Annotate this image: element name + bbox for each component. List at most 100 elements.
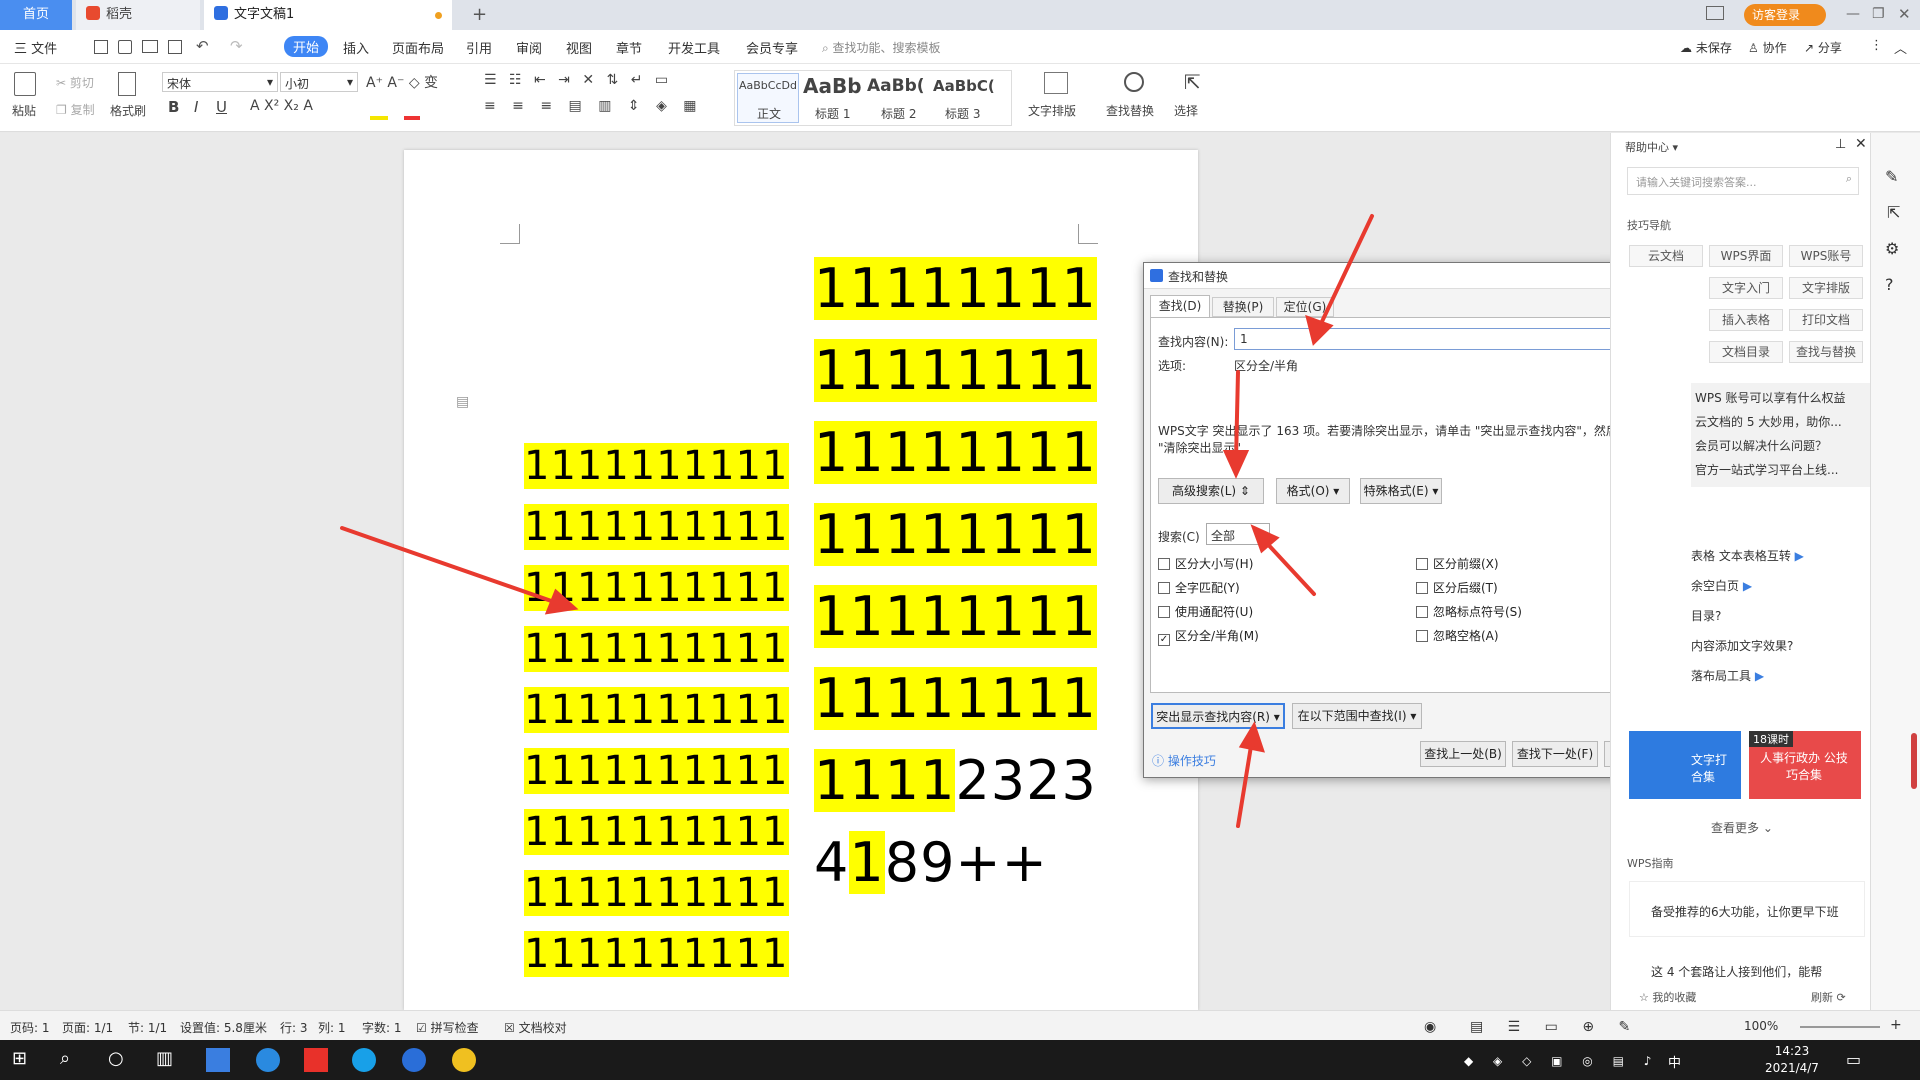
menu-member[interactable]: 会员专享 bbox=[746, 38, 798, 57]
settings-sliders-icon[interactable]: ⚙ bbox=[1885, 239, 1899, 258]
menu-view[interactable]: 视图 bbox=[566, 38, 592, 57]
menu-review[interactable]: 审阅 bbox=[516, 38, 542, 57]
browser-icon[interactable] bbox=[352, 1048, 376, 1072]
text-effects-icons[interactable]: A X² X₂ A bbox=[250, 98, 313, 114]
checkbox-box[interactable] bbox=[1158, 582, 1170, 594]
tab-daoke[interactable]: 稻壳 bbox=[76, 0, 200, 30]
pin-icon[interactable]: ⊥ bbox=[1835, 137, 1846, 152]
tip-item[interactable]: 会员可以解决什么问题？ bbox=[1695, 437, 1827, 454]
eye-icon[interactable]: ◉ bbox=[1424, 1019, 1436, 1035]
pen-icon[interactable]: ✎ bbox=[1885, 167, 1898, 186]
checkbox-box[interactable] bbox=[1416, 630, 1428, 642]
more-icon[interactable]: ⋮ bbox=[1870, 38, 1883, 53]
cursor-icon[interactable]: ⇱ bbox=[1184, 70, 1201, 94]
favorites-button[interactable]: ☆ 我的收藏 bbox=[1639, 989, 1696, 1005]
ie-icon[interactable] bbox=[256, 1048, 280, 1072]
nav-cloud-doc[interactable]: 云文档 bbox=[1629, 245, 1703, 267]
menu-layout[interactable]: 页面布局 bbox=[392, 38, 444, 57]
align-icons-row2[interactable]: ≡ ≡ ≡ ▤ ▥ ⇕ ◈ ▦ bbox=[484, 98, 703, 114]
dialog-tab-replace[interactable]: 替换(P) bbox=[1212, 297, 1274, 317]
checkbox-box[interactable] bbox=[1416, 558, 1428, 570]
redo-icon[interactable]: ↷ bbox=[230, 37, 243, 55]
save-icon[interactable] bbox=[94, 40, 108, 54]
nav-print[interactable]: 打印文档 bbox=[1789, 309, 1863, 331]
zoom-value[interactable]: 100% bbox=[1744, 1019, 1778, 1033]
select-label[interactable]: 选择 bbox=[1174, 102, 1198, 119]
checkbox-box[interactable] bbox=[1158, 558, 1170, 570]
font-size-select[interactable]: 小初 ▾ bbox=[280, 72, 358, 92]
tip-item[interactable]: 目录? bbox=[1691, 607, 1721, 624]
tip-item[interactable]: 落布局工具 ▶ bbox=[1691, 667, 1764, 684]
find-in-button[interactable]: 在以下范围中查找(I) ▾ bbox=[1292, 703, 1422, 729]
tip-item[interactable]: 余空白页 ▶ bbox=[1691, 577, 1752, 594]
find-previous-button[interactable]: 查找上一处(B) bbox=[1420, 741, 1506, 767]
undo-icon[interactable]: ↶ bbox=[196, 37, 209, 55]
view-mode-icons[interactable]: ▤ ☰ ▭ ⊕ ✎ bbox=[1470, 1019, 1640, 1035]
nav-text-layout[interactable]: 文字排版 bbox=[1789, 277, 1863, 299]
checkbox-box[interactable] bbox=[1158, 606, 1170, 618]
checkbox-whole-word[interactable]: 全字匹配(Y) bbox=[1158, 579, 1240, 596]
nav-find-replace[interactable]: 查找与替换 bbox=[1789, 341, 1863, 363]
system-tray-icons[interactable]: ◆ ◈ ◇ ▣ ◎ ▤ ♪ bbox=[1464, 1054, 1659, 1068]
tab-document[interactable]: 文字文稿1 bbox=[204, 0, 452, 30]
italic-icon[interactable]: I bbox=[194, 98, 198, 116]
find-replace-label[interactable]: 查找替换 bbox=[1106, 102, 1154, 119]
function-search[interactable]: ⌕ 查找功能、搜索模板 bbox=[822, 39, 941, 56]
search-scope-select[interactable]: 全部 ▾ bbox=[1206, 523, 1270, 545]
help-search-input[interactable]: 请输入关键词搜索答案... ⌕ bbox=[1627, 167, 1859, 195]
spell-check-button[interactable]: ☑ 拼写检查 bbox=[416, 1019, 479, 1036]
zoom-slider[interactable] bbox=[1800, 1026, 1880, 1028]
checkbox-suffix[interactable]: 区分后缀(T) bbox=[1416, 579, 1498, 596]
preview-icon[interactable] bbox=[168, 40, 182, 54]
cut-button[interactable]: ✂ 剪切 bbox=[56, 74, 94, 91]
highlight-results-button[interactable]: 突出显示查找内容(R) ▾ bbox=[1151, 703, 1285, 729]
menu-start[interactable]: 开始 bbox=[284, 36, 329, 57]
checkbox-box-checked[interactable]: ✓ bbox=[1158, 634, 1170, 646]
find-content-input[interactable]: 1▾ bbox=[1234, 328, 1674, 350]
close-window-icon[interactable]: ✕ bbox=[1898, 5, 1911, 23]
paste-icon[interactable] bbox=[14, 72, 36, 96]
store-icon[interactable] bbox=[206, 1048, 230, 1072]
underline-icon[interactable]: U bbox=[216, 98, 227, 116]
magnifier-icon[interactable] bbox=[1124, 72, 1144, 92]
font-grow-icon[interactable]: A⁺ A⁻ ◇ 变 bbox=[366, 72, 438, 92]
tip-item[interactable]: 云文档的 5 大妙用，助你... bbox=[1695, 413, 1842, 430]
taskbar-search-icon[interactable]: ⌕ bbox=[60, 1048, 84, 1072]
tip-item[interactable]: WPS 账号可以享有什么权益 bbox=[1695, 389, 1846, 406]
font-color-icon[interactable] bbox=[404, 116, 420, 120]
minimize-icon[interactable]: — bbox=[1846, 6, 1860, 22]
checkbox-ignore-punctuation[interactable]: 忽略标点符号(S) bbox=[1416, 603, 1522, 620]
export-icon[interactable] bbox=[118, 40, 132, 54]
collapse-ribbon-icon[interactable]: ︿ bbox=[1894, 38, 1907, 57]
menu-chapter[interactable]: 章节 bbox=[616, 38, 642, 57]
format-painter-label[interactable]: 格式刷 bbox=[110, 102, 146, 119]
help-icon[interactable]: ? bbox=[1885, 275, 1894, 294]
paste-label[interactable]: 粘贴 bbox=[12, 102, 36, 119]
tip-item[interactable]: 表格 文本表格互转 ▶ bbox=[1691, 547, 1804, 564]
refresh-button[interactable]: 刷新 ⟳ bbox=[1811, 989, 1846, 1005]
tips-link[interactable]: ⓘ 操作技巧 bbox=[1152, 752, 1216, 769]
zoom-in-icon[interactable]: + bbox=[1890, 1017, 1902, 1033]
style-h3-preview[interactable]: AaBbC( bbox=[933, 77, 995, 95]
view-more-link[interactable]: 查看更多 ⌄ bbox=[1711, 819, 1773, 836]
ime-lang[interactable]: 中 bbox=[1668, 1052, 1681, 1071]
share-button[interactable]: ↗ 分享 bbox=[1804, 39, 1842, 56]
paragraph-icons-row1[interactable]: ☰ ☷ ⇤ ⇥ ✕ ⇅ ↵ ▭ bbox=[484, 72, 672, 88]
wps-icon[interactable] bbox=[304, 1048, 328, 1072]
find-next-button[interactable]: 查找下一处(F) bbox=[1512, 741, 1598, 767]
copy-button[interactable]: ❐ 复制 bbox=[56, 101, 95, 118]
checkbox-box[interactable] bbox=[1416, 606, 1428, 618]
window-mode-icon[interactable] bbox=[1706, 6, 1724, 20]
dialog-tab-find[interactable]: 查找(D) bbox=[1150, 295, 1210, 317]
special-format-button[interactable]: 特殊格式(E) ▾ bbox=[1360, 478, 1442, 504]
bold-icon[interactable]: B bbox=[168, 98, 179, 116]
checkbox-match-case[interactable]: 区分大小写(H) bbox=[1158, 555, 1253, 572]
edge-icon[interactable] bbox=[402, 1048, 426, 1072]
print-icon[interactable] bbox=[142, 40, 158, 53]
restore-icon[interactable]: ❐ bbox=[1872, 6, 1885, 22]
checkbox-prefix[interactable]: 区分前缀(X) bbox=[1416, 555, 1499, 572]
menu-file[interactable]: 三 文件 bbox=[14, 38, 57, 57]
checkbox-box[interactable] bbox=[1416, 582, 1428, 594]
checkbox-wildcards[interactable]: 使用通配符(U) bbox=[1158, 603, 1253, 620]
nav-wps-ui[interactable]: WPS界面 bbox=[1709, 245, 1783, 267]
